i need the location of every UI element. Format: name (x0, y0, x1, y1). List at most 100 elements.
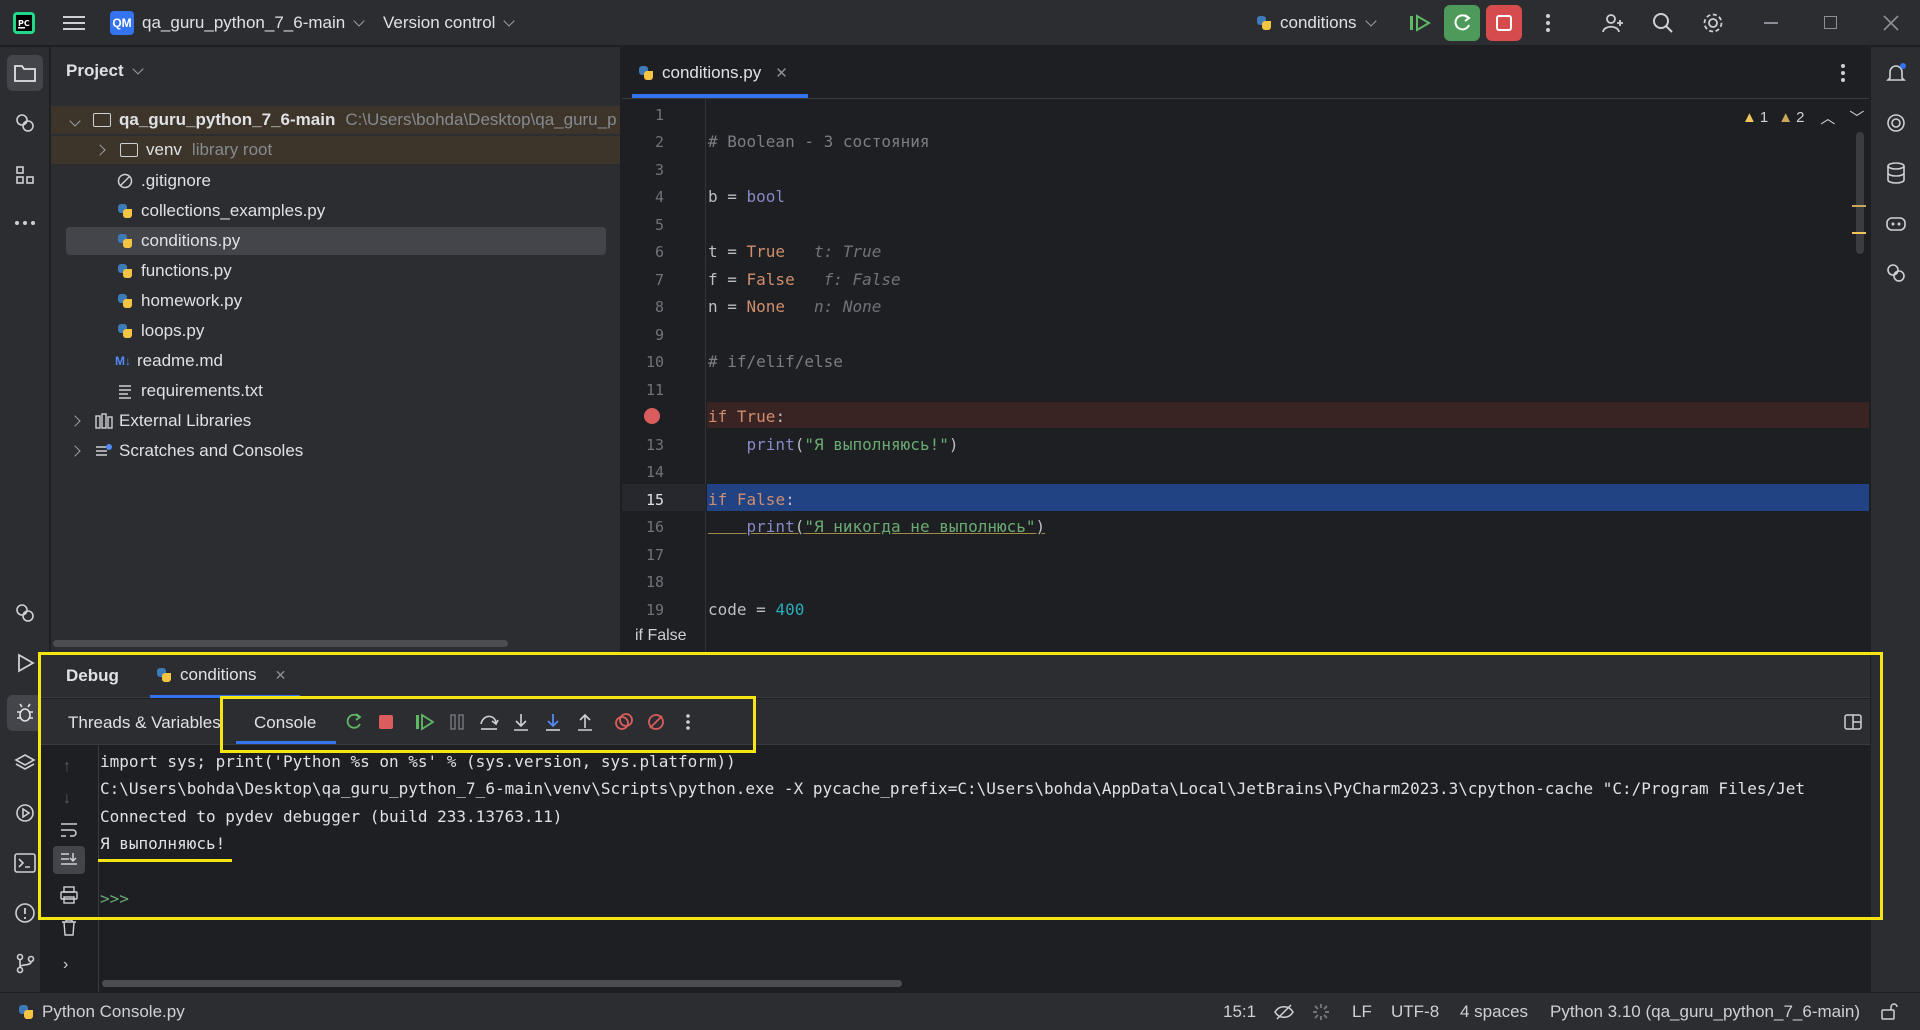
more-tools-icon[interactable] (7, 205, 43, 241)
copilot-icon[interactable] (1878, 205, 1914, 241)
caret-position[interactable]: 15:1 (1223, 1002, 1256, 1022)
terminal-icon[interactable] (7, 845, 43, 881)
tree-item-requirements[interactable]: requirements.txt (117, 377, 263, 405)
stop-button[interactable] (1486, 5, 1522, 41)
ai-assistant-icon[interactable] (1878, 105, 1914, 141)
debug-session-tab[interactable]: conditions ✕ (156, 652, 286, 698)
python-interpreter[interactable]: Python 3.10 (qa_guru_python_7_6-main) (1550, 1002, 1860, 1022)
layers-icon[interactable] (7, 745, 43, 781)
services-icon[interactable] (7, 795, 43, 831)
step-into-my-code-icon[interactable] (540, 709, 566, 735)
step-out-icon[interactable] (572, 709, 598, 735)
close-window-button[interactable] (1880, 12, 1902, 34)
minimize-button[interactable] (1764, 22, 1778, 24)
tree-item-conditions[interactable]: conditions.py (66, 227, 606, 255)
status-file[interactable]: Python Console.py (18, 1002, 185, 1022)
readonly-lock-icon[interactable] (1880, 1002, 1898, 1025)
chevron-down-icon (131, 63, 144, 75)
resume-program-icon[interactable] (412, 709, 438, 735)
line-number: 8 (654, 298, 664, 316)
more-debug-actions-icon[interactable] (675, 709, 701, 735)
step-over-icon[interactable] (476, 709, 502, 735)
close-tab-icon[interactable]: ✕ (775, 64, 788, 82)
editor-tab-options-icon[interactable] (1840, 63, 1846, 88)
background-tasks-spinner-icon[interactable] (1312, 1003, 1330, 1026)
code-with-me-icon[interactable] (1595, 5, 1631, 41)
app-logo[interactable]: PC (12, 11, 36, 35)
close-session-icon[interactable]: ✕ (275, 667, 287, 684)
view-breakpoints-icon[interactable] (611, 709, 637, 735)
svg-text:PC: PC (18, 19, 30, 28)
tab-console[interactable]: Console (254, 713, 316, 733)
git-branch-icon[interactable] (7, 945, 43, 981)
line-number: 16 (645, 518, 664, 536)
project-name: qa_guru_python_7_6-main (142, 12, 346, 32)
tree-item-collections[interactable]: collections_examples.py (117, 197, 325, 225)
tab-conditions-py[interactable]: conditions.py ✕ (638, 47, 788, 99)
rerun-icon[interactable] (341, 709, 367, 735)
next-highlight-icon[interactable]: ﹀ (1849, 107, 1864, 128)
mute-breakpoints-icon[interactable] (643, 709, 669, 735)
warning-marker[interactable] (1852, 205, 1866, 207)
console-tab-underline (236, 741, 336, 744)
layout-settings-icon[interactable] (1844, 713, 1862, 736)
code-line: code = 400 (708, 600, 805, 619)
tree-root[interactable]: qa_guru_python_7_6-main C:\Users\bohda\D… (51, 106, 620, 134)
rerun-debug-button[interactable] (1444, 5, 1480, 41)
stop-icon[interactable] (373, 709, 399, 735)
pause-icon[interactable] (444, 709, 470, 735)
python-console-icon[interactable] (7, 595, 43, 631)
run-config-selector[interactable]: conditions (1256, 0, 1377, 46)
breakpoint-icon[interactable] (644, 408, 660, 424)
session-tab-underline (150, 695, 300, 698)
console-line: import sys; print('Python %s on %s' % (s… (100, 752, 736, 771)
no-highlight-eye-icon[interactable] (1274, 1003, 1294, 1026)
main-menu-button[interactable] (56, 5, 92, 41)
tree-item-external-libraries[interactable]: External Libraries (69, 407, 251, 435)
version-control-menu[interactable]: Version control (383, 0, 516, 46)
line-number: 15 (645, 491, 664, 509)
resume-button[interactable] (1402, 5, 1438, 41)
settings-gear-icon[interactable] (1695, 5, 1731, 41)
tree-item-functions[interactable]: functions.py (117, 257, 232, 285)
step-into-icon[interactable] (508, 709, 534, 735)
tab-threads-variables[interactable]: Threads & Variables (68, 713, 221, 733)
prev-highlight-icon[interactable]: ︿ (1820, 107, 1835, 128)
project-tool-folder-icon[interactable] (7, 55, 43, 91)
tree-item-loops[interactable]: loops.py (117, 317, 204, 345)
tree-item-label: .gitignore (141, 171, 211, 190)
project-panel-header[interactable]: Project (66, 61, 144, 81)
tree-item-readme[interactable]: M↓ readme.md (115, 347, 223, 375)
project-horizontal-scrollbar[interactable] (53, 640, 508, 647)
console-output[interactable]: import sys; print('Python %s on %s' % (s… (40, 746, 1870, 992)
warning-marker[interactable] (1852, 232, 1866, 234)
tree-item-scratches[interactable]: Scratches and Consoles (69, 437, 303, 465)
tree-item-homework[interactable]: homework.py (117, 287, 242, 315)
run-tool-icon[interactable] (7, 645, 43, 681)
python-file-icon (117, 293, 133, 309)
console-line: Я выполняюсь! (100, 834, 226, 853)
editor-vertical-scrollbar[interactable] (1856, 132, 1864, 254)
inspection-widget[interactable]: ▲ 1 ▲ 2 ︿ ﹀ (1742, 107, 1864, 128)
file-encoding[interactable]: UTF-8 (1391, 1002, 1439, 1022)
python-packages-right-icon[interactable] (1878, 255, 1914, 291)
tree-item-venv[interactable]: venv library root (51, 136, 620, 164)
debug-tool-bug-icon[interactable] (7, 695, 43, 731)
structure-icon[interactable] (7, 157, 43, 193)
project-switcher[interactable]: QM qa_guru_python_7_6-main (110, 0, 365, 46)
console-horizontal-scrollbar[interactable] (102, 980, 902, 987)
notifications-bell-icon[interactable] (1878, 55, 1914, 91)
tree-item-label: readme.md (137, 351, 223, 370)
more-actions-icon[interactable] (1530, 5, 1566, 41)
problems-icon[interactable] (7, 895, 43, 931)
tree-item-gitignore[interactable]: .gitignore (117, 167, 211, 195)
breadcrumb[interactable]: if False (635, 627, 687, 645)
python-packages-icon[interactable] (7, 105, 43, 141)
python-file-icon (18, 1004, 34, 1020)
database-icon[interactable] (1878, 155, 1914, 191)
line-separator[interactable]: LF (1352, 1002, 1372, 1022)
indent-setting[interactable]: 4 spaces (1460, 1002, 1528, 1022)
search-icon[interactable] (1645, 5, 1681, 41)
line-number: 4 (654, 188, 664, 206)
restore-button[interactable] (1824, 16, 1837, 29)
